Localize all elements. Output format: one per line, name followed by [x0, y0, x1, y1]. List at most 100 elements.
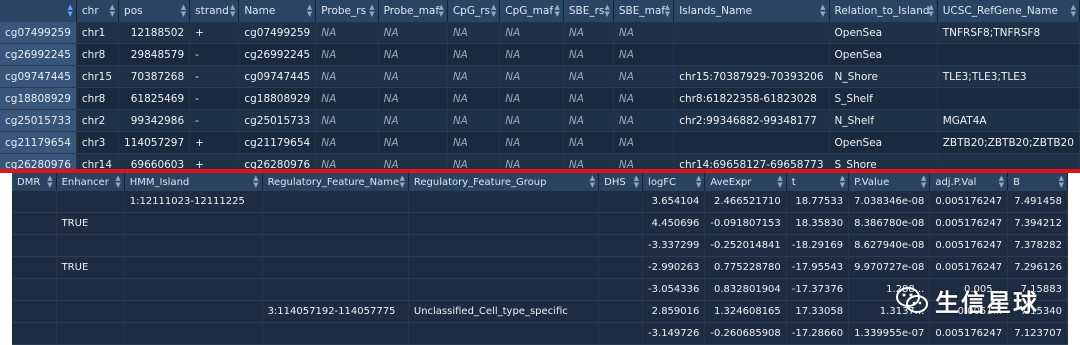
table-cell[interactable]: NA	[613, 109, 675, 132]
table-cell[interactable]: 8.386780e-08	[848, 212, 931, 235]
table-cell[interactable]: chr8:61822358-61823028	[673, 87, 830, 110]
table-cell[interactable]: NA	[315, 153, 379, 169]
table-cell[interactable]: NA	[613, 131, 675, 154]
column-header[interactable]: t ▲ ▼	[786, 173, 850, 191]
table-cell[interactable]: chr2	[76, 109, 120, 132]
row-name-cell[interactable]: cg07499259	[0, 22, 77, 44]
table-cell[interactable]: 69660603	[118, 153, 191, 169]
table-row[interactable]: cg21179654 chr3 114057297 + cg21179654 NA NA NA…	[0, 131, 1080, 154]
table-cell[interactable]: 1.324608165	[704, 300, 787, 323]
table-cell[interactable]: -	[189, 43, 240, 66]
table-cell[interactable]: cg26280976	[238, 153, 317, 169]
sort-icon[interactable]: ▲ ▼	[438, 4, 443, 18]
table-cell[interactable]	[56, 300, 125, 323]
table-row[interactable]: -3.337299 -0.252014841 -18.29169 8.627940e-…	[12, 234, 1068, 257]
table-cell[interactable]: 70387268	[118, 65, 191, 88]
table-cell[interactable]	[408, 278, 600, 301]
column-header[interactable]: P.Value ▲ ▼	[848, 173, 931, 191]
sort-icon[interactable]: ▲ ▼	[230, 4, 235, 18]
table-cell[interactable]: N_Shore	[829, 65, 938, 88]
table-cell[interactable]	[12, 212, 57, 235]
table-cell[interactable]: chr3	[76, 131, 120, 154]
table-cell[interactable]	[937, 43, 1080, 66]
table-cell[interactable]: OpenSea	[829, 131, 938, 154]
table-cell[interactable]: 18.77533	[786, 191, 850, 213]
table-cell[interactable]	[408, 256, 600, 279]
sort-icon[interactable]: ▲ ▼	[110, 4, 115, 18]
table-cell[interactable]: chr1	[76, 22, 120, 44]
table-cell[interactable]: NA	[315, 131, 379, 154]
table-cell[interactable]: TRUE	[56, 256, 125, 279]
table-cell[interactable]: -17.28660	[786, 322, 850, 345]
table-row[interactable]: TRUE 4.450696 -0.091807153 18.35830 8.386780…	[12, 212, 1068, 235]
column-header[interactable]: HMM_Island ▲ ▼	[124, 173, 263, 191]
table-cell[interactable]	[408, 322, 600, 345]
table-cell[interactable]: 0.832801904	[704, 278, 787, 301]
table-cell[interactable]	[408, 191, 600, 213]
table-cell[interactable]: NA	[447, 109, 501, 132]
column-header[interactable]: CpG_rs ▲ ▼	[447, 0, 501, 22]
table-cell[interactable]: NA	[315, 87, 379, 110]
table-cell[interactable]: NA	[378, 153, 448, 169]
table-cell[interactable]: NA	[378, 22, 448, 44]
sort-icon[interactable]: ▲ ▼	[840, 175, 845, 189]
table-cell[interactable]: Unclassified_Cell_type_specific	[408, 300, 600, 323]
table-cell[interactable]: 7.123707	[1007, 322, 1068, 345]
table-cell[interactable]: 0.775228780	[704, 256, 787, 279]
table-cell[interactable]: NA	[613, 43, 675, 66]
column-header[interactable]: Islands_Name ▲ ▼	[673, 0, 830, 22]
table-cell[interactable]: 12188502	[118, 22, 191, 44]
table-cell[interactable]	[598, 322, 644, 345]
rowname-header[interactable]: ▲ ▼	[0, 0, 77, 22]
table-cell[interactable]: NA	[499, 109, 564, 132]
table-cell[interactable]: 114057297	[118, 131, 191, 154]
column-header[interactable]: DHS ▲ ▼	[598, 173, 644, 191]
sort-icon[interactable]: ▲ ▼	[921, 175, 926, 189]
row-name-cell[interactable]: cg09747445	[0, 65, 77, 88]
table-cell[interactable]: NA	[613, 65, 675, 88]
row-name-cell[interactable]: cg26280976	[0, 153, 77, 169]
table-cell[interactable]	[673, 43, 830, 66]
table-row[interactable]: TRUE -2.990263 0.775228780 -17.95543 9.97072…	[12, 256, 1068, 279]
table-cell[interactable]: NA	[378, 109, 448, 132]
table-cell[interactable]	[124, 234, 263, 257]
sort-icon[interactable]: ▲ ▼	[604, 4, 609, 18]
sort-icon[interactable]: ▲ ▼	[928, 4, 933, 18]
table-cell[interactable]: cg07499259	[238, 22, 317, 44]
table-cell[interactable]: NA	[447, 65, 501, 88]
table-cell[interactable]: NA	[378, 65, 448, 88]
table-cell[interactable]: NA	[447, 87, 501, 110]
table-cell[interactable]: NA	[563, 87, 614, 110]
table-cell[interactable]: 7.038346e-08	[848, 191, 931, 213]
table-cell[interactable]: chr14	[76, 153, 120, 169]
column-header[interactable]: Regulatory_Feature_Group ▲ ▼	[408, 173, 600, 191]
table-cell[interactable]: chr15:70387929-70393206	[673, 65, 830, 88]
table-cell[interactable]: 29848579	[118, 43, 191, 66]
table-row[interactable]: cg07499259 chr1 12188502 + cg07499259 NA NA NA N…	[0, 22, 1080, 44]
table-cell[interactable]: 1:12111023-12111225	[124, 191, 263, 213]
table-cell[interactable]	[12, 191, 57, 213]
table-cell[interactable]: cg21179654	[238, 131, 317, 154]
table-cell[interactable]: +	[189, 153, 240, 169]
column-header[interactable]: chr ▲ ▼	[76, 0, 120, 22]
table-cell[interactable]: chr8	[76, 43, 120, 66]
table-cell[interactable]: -17.95543	[786, 256, 850, 279]
table-cell[interactable]: 0.005176247	[929, 212, 1009, 235]
table-cell[interactable]: ZBTB20;ZBTB20;ZBTB20	[937, 131, 1080, 154]
table-cell[interactable]: TRUE	[56, 212, 125, 235]
table-cell[interactable]: 0.005176247	[929, 234, 1009, 257]
table-row[interactable]: cg09747445 chr15 70387268- cg09747445 NA NA NA…	[0, 65, 1080, 88]
table-row[interactable]: 1:12111023-12111225 3.654104 2.466521710 18…	[12, 191, 1068, 213]
table-cell[interactable]: 0.005176247	[929, 191, 1009, 213]
column-header[interactable]: CpG_maf ▲ ▼	[499, 0, 564, 22]
table-cell[interactable]: -	[189, 65, 240, 88]
table-cell[interactable]: NA	[447, 153, 501, 169]
sort-icon[interactable]: ▲ ▼	[590, 175, 595, 189]
table-row[interactable]: -3.149726 -0.260685908 -17.28660 1.339955e-…	[12, 322, 1068, 345]
table-cell[interactable]: chr14:69658127-69658773	[673, 153, 830, 169]
sort-icon[interactable]: ▲ ▼	[999, 175, 1004, 189]
table-cell[interactable]	[12, 234, 57, 257]
table-cell[interactable]: NA	[315, 65, 379, 88]
column-header[interactable]: adj.P.Val ▲ ▼	[929, 173, 1009, 191]
table-cell[interactable]	[673, 22, 830, 44]
